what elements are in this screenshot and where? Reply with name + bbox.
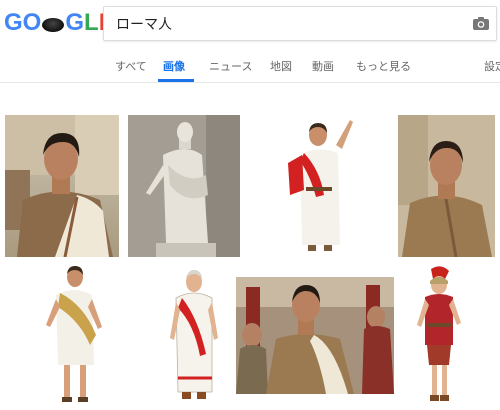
tab-news[interactable]: ニュース (209, 58, 252, 74)
camera-icon[interactable] (472, 15, 490, 31)
top-header: GOGLE ローマ人 すべて 画像 ニュース 地図 動画 もっと見る 設定 (0, 0, 500, 83)
toga-statue-image (128, 115, 240, 257)
image-result-roman-actor[interactable] (5, 115, 119, 257)
tab-more[interactable]: もっと見る (356, 58, 411, 74)
search-input[interactable]: ローマ人 (116, 14, 172, 34)
red-sash-toga-image (288, 120, 353, 251)
tab-settings[interactable]: 設定 (484, 58, 500, 74)
tab-bar: すべて 画像 ニュース 地図 動画 もっと見る 設定 (0, 52, 500, 82)
image-result-roman-crowd[interactable] (236, 277, 394, 394)
puck-icon (42, 18, 65, 32)
image-result-toga-statue[interactable] (128, 115, 240, 257)
toga-costume-image (46, 266, 102, 402)
active-tab-indicator (158, 79, 194, 82)
roman-actor-image (5, 115, 119, 257)
logo[interactable]: GOGLE (4, 8, 115, 38)
image-result-roman-soldier[interactable] (415, 265, 463, 407)
tab-images[interactable]: 画像 (163, 58, 185, 74)
tab-videos[interactable]: 動画 (312, 58, 334, 74)
search-box[interactable]: ローマ人 (103, 6, 497, 41)
tab-maps[interactable]: 地図 (270, 58, 292, 74)
image-result-toga-illustration[interactable] (168, 268, 220, 406)
toga-illustration-image (170, 270, 218, 399)
roman-actor-image-2 (398, 115, 495, 257)
image-result-red-sash-toga[interactable] (280, 115, 358, 257)
roman-crowd-image (236, 277, 394, 394)
tab-all[interactable]: すべて (115, 58, 147, 74)
image-result-toga-costume[interactable] (40, 265, 110, 407)
roman-soldier-image (417, 266, 461, 401)
image-result-roman-actor-2[interactable] (398, 115, 495, 257)
